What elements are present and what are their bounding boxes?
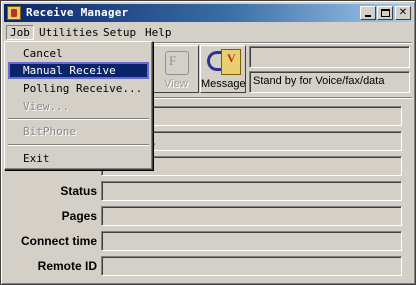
menu-utilities[interactable]: Utilities	[36, 25, 102, 40]
job-menu-dropdown: Cancel Manual Receive Polling Receive...…	[4, 41, 153, 170]
voice-message-icon	[221, 49, 241, 75]
menu-help[interactable]: Help	[142, 25, 175, 40]
message-button-label: Message	[201, 78, 246, 90]
menu-item-bitphone: BitPhone	[23, 125, 76, 138]
connect-time-field	[101, 231, 402, 251]
standby-status-field: Stand by for Voice/fax/data	[249, 71, 410, 93]
message-button[interactable]: Message	[200, 45, 246, 93]
view-button-label: View	[164, 78, 188, 90]
minimize-button[interactable]	[360, 6, 376, 20]
menu-item-view: View...	[23, 100, 70, 113]
menu-separator	[8, 118, 149, 120]
menu-job[interactable]: Job	[6, 25, 34, 40]
receive-manager-window: Receive Manager ✕ Job Utilities Setup He…	[0, 0, 416, 285]
connect-time-label: Connect time	[20, 234, 97, 248]
info-field-top	[249, 46, 410, 68]
menu-item-cancel[interactable]: Cancel	[8, 45, 149, 62]
remote-id-field	[101, 256, 402, 276]
app-icon[interactable]	[7, 6, 21, 20]
maximize-button[interactable]	[377, 6, 393, 20]
close-button[interactable]: ✕	[395, 6, 411, 20]
fax-view-icon	[165, 51, 189, 75]
status-label: Status	[60, 184, 97, 198]
status-field	[101, 181, 402, 201]
view-button[interactable]: View	[153, 45, 199, 93]
menu-bar: Job Utilities Setup Help	[4, 23, 412, 41]
menu-setup[interactable]: Setup	[100, 25, 139, 40]
minimize-icon	[365, 15, 371, 17]
maximize-icon	[381, 9, 390, 17]
menu-item-manual-receive[interactable]: Manual Receive	[8, 62, 149, 79]
pages-field	[101, 206, 402, 226]
menu-item-exit[interactable]: Exit	[8, 150, 149, 167]
pages-label: Pages	[61, 209, 97, 223]
remote-id-label: Remote ID	[37, 259, 97, 273]
menu-separator	[8, 144, 149, 146]
title-bar[interactable]: Receive Manager ✕	[4, 4, 412, 22]
menu-item-polling-receive[interactable]: Polling Receive...	[8, 80, 149, 97]
window-title: Receive Manager	[26, 6, 129, 19]
